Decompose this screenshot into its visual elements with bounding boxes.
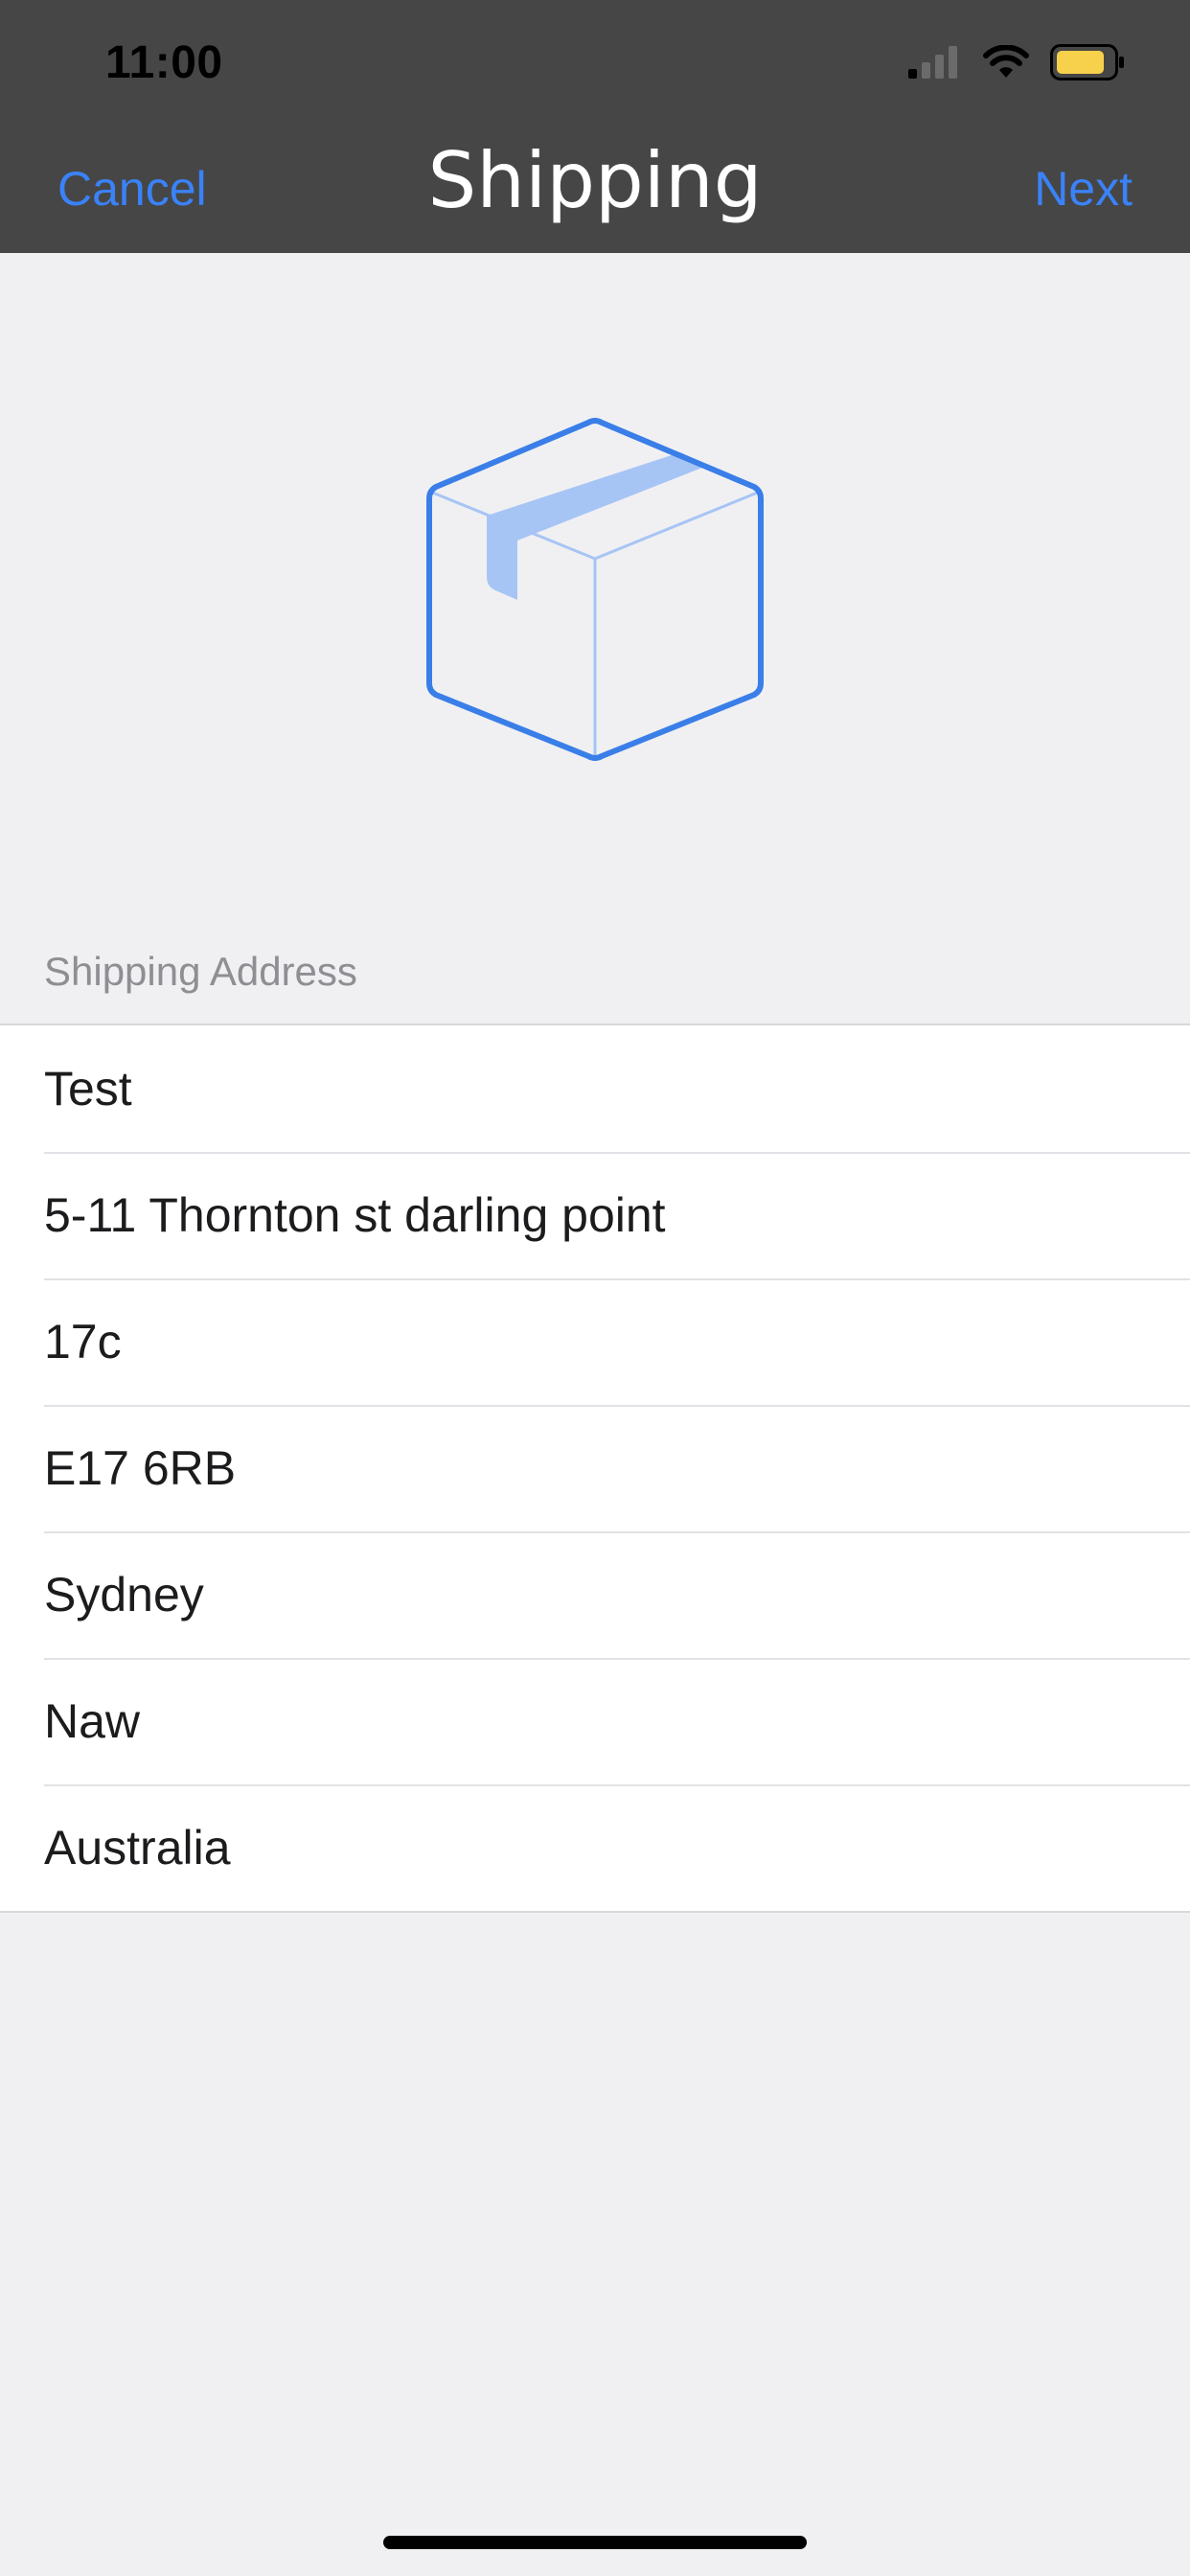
signal-icon [908, 45, 962, 83]
status-icons [908, 40, 1125, 88]
next-button[interactable]: Next [1034, 161, 1133, 217]
shipping-screen: 11:00 Cancel Shipping Next Shipping Addr… [0, 0, 1190, 2576]
address-postcode-row[interactable]: E17 6RB [0, 1405, 1190, 1531]
address-street-row[interactable]: 5-11 Thornton st darling point [0, 1152, 1190, 1278]
address-country-row[interactable]: Australia [0, 1784, 1190, 1911]
address-list: Test 5-11 Thornton st darling point 17c … [0, 1024, 1190, 1913]
address-postcode-value: E17 6RB [44, 1441, 237, 1495]
shipping-address-header: Shipping Address [44, 949, 357, 994]
home-indicator[interactable] [383, 2536, 807, 2549]
address-street-value: 5-11 Thornton st darling point [44, 1188, 666, 1242]
battery-icon [1050, 43, 1125, 85]
address-name-row[interactable]: Test [0, 1025, 1190, 1152]
package-box-icon [423, 418, 767, 761]
top-bar: 11:00 Cancel Shipping Next [0, 0, 1190, 253]
address-city-row[interactable]: Sydney [0, 1531, 1190, 1658]
address-city-value: Sydney [44, 1568, 204, 1622]
wifi-icon [983, 43, 1029, 84]
address-name-value: Test [44, 1062, 132, 1116]
address-state-row[interactable]: Naw [0, 1658, 1190, 1784]
status-time: 11:00 [105, 37, 223, 88]
address-line2-value: 17c [44, 1315, 122, 1368]
address-state-value: Naw [44, 1694, 141, 1748]
page-title: Shipping [427, 136, 763, 225]
address-line2-row[interactable]: 17c [0, 1278, 1190, 1405]
address-country-value: Australia [44, 1821, 231, 1874]
